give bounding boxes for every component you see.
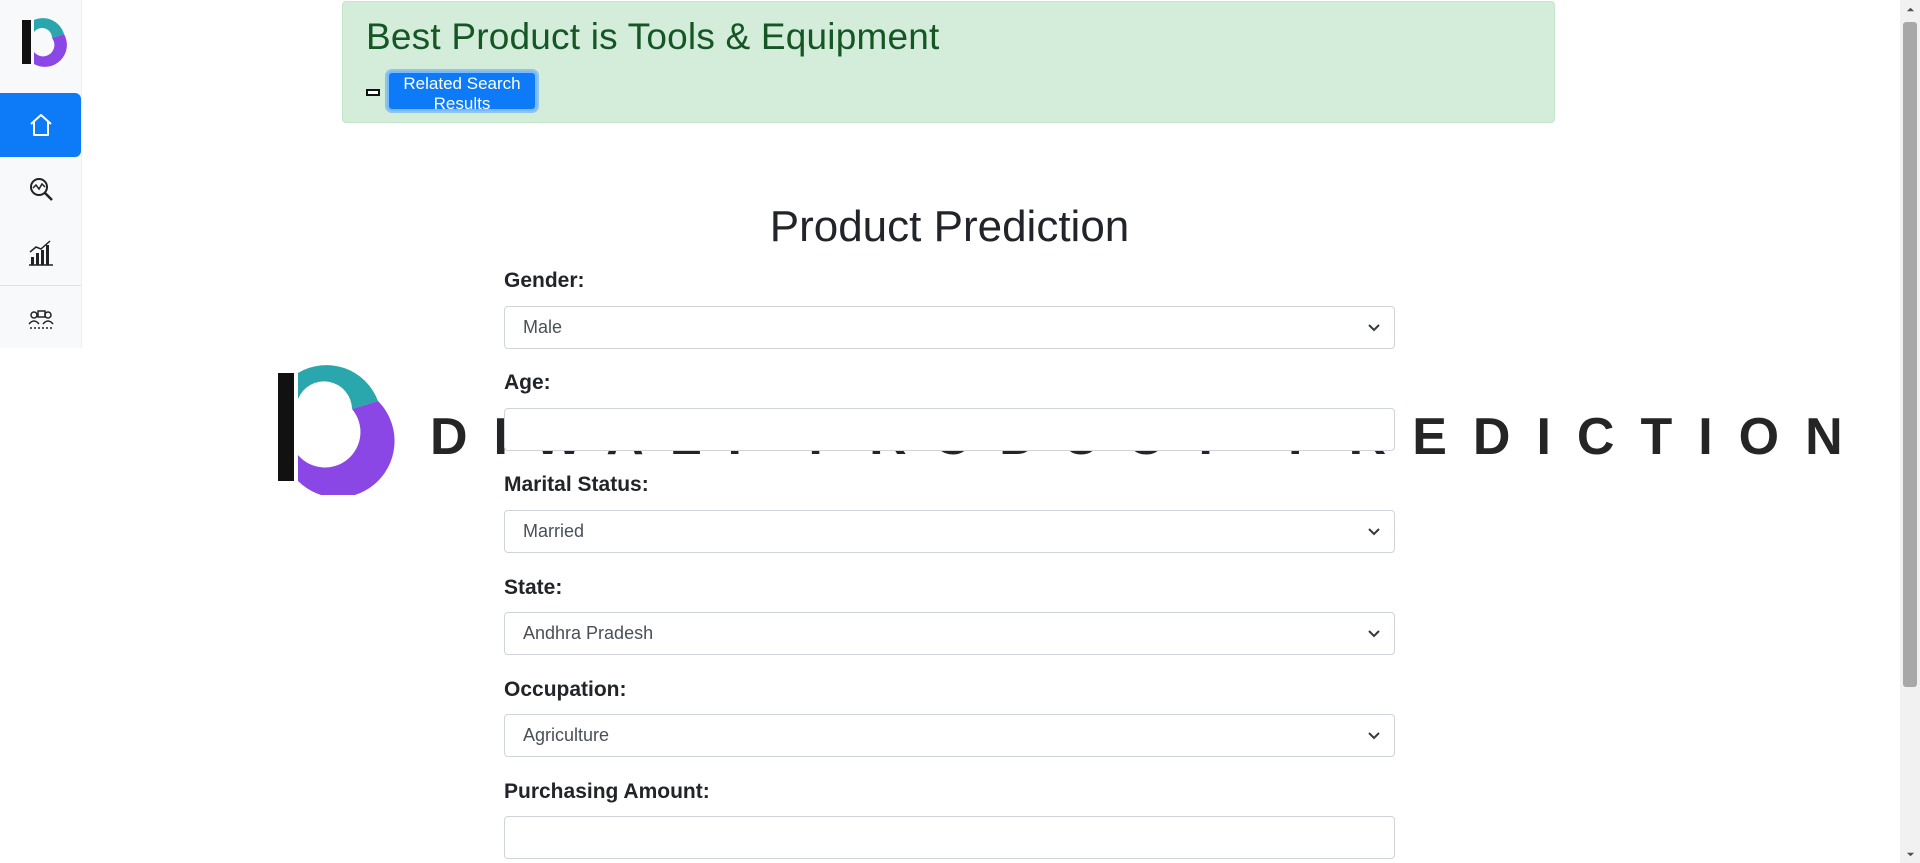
occupation-select[interactable]: Agriculture (504, 714, 1395, 757)
occupation-label: Occupation: (504, 678, 627, 701)
purchasing-amount-label: Purchasing Amount: (504, 780, 710, 803)
gender-label: Gender: (504, 269, 585, 292)
gender-select-value: Male (523, 317, 563, 337)
home-icon (29, 114, 52, 136)
gender-select[interactable]: Male (504, 306, 1395, 349)
scroll-down-arrow-icon[interactable] (1900, 845, 1920, 863)
search-analytics-icon (29, 178, 53, 201)
sidebar-item-home[interactable] (0, 93, 81, 157)
marital-status-select[interactable]: Married (504, 510, 1395, 553)
sidebar (0, 0, 82, 348)
chevron-down-icon (1368, 630, 1380, 638)
sidebar-item-statistics[interactable] (0, 221, 81, 285)
scrollbar-thumb[interactable] (1903, 22, 1917, 687)
sidebar-item-team[interactable] (0, 287, 81, 351)
chevron-down-icon (1368, 732, 1380, 740)
prediction-result-alert: Best Product is Tools & Equipment Relate… (342, 1, 1555, 123)
age-label: Age: (504, 371, 551, 394)
marital-status-select-value: Married (523, 521, 585, 541)
chevron-down-icon (1368, 324, 1380, 332)
page-title: Product Prediction (769, 202, 1130, 251)
brand-logo-watermark (278, 365, 395, 495)
state-select[interactable]: Andhra Pradesh (504, 612, 1395, 655)
bar-chart-growth-icon (28, 240, 53, 266)
collapse-toggle[interactable] (366, 89, 380, 96)
team-network-icon (27, 310, 54, 329)
scroll-up-arrow-icon[interactable] (1900, 0, 1920, 18)
prediction-result-message: Best Product is Tools & Equipment (366, 16, 940, 57)
purchasing-amount-input[interactable] (504, 816, 1395, 859)
vertical-scrollbar[interactable] (1900, 0, 1920, 863)
marital-status-label: Marital Status: (504, 473, 649, 496)
age-input[interactable] (504, 408, 1395, 451)
app-logo[interactable] (14, 12, 74, 72)
sidebar-divider (0, 285, 81, 286)
occupation-select-value: Agriculture (523, 725, 610, 745)
state-select-value: Andhra Pradesh (523, 623, 654, 643)
sidebar-item-analysis[interactable] (0, 157, 81, 221)
state-label: State: (504, 576, 563, 599)
chevron-down-icon (1368, 528, 1380, 536)
related-search-results-button[interactable]: Related Search Results (387, 71, 537, 113)
